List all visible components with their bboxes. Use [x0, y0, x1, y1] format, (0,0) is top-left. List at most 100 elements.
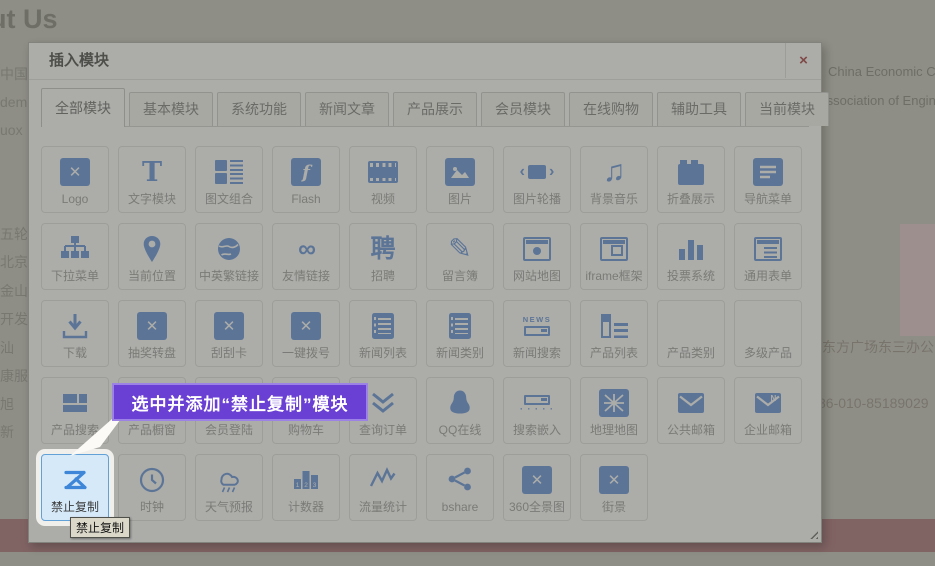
module-cell-25[interactable]: 新闻类别	[426, 300, 494, 367]
module-cell-1[interactable]: T文字模块	[118, 146, 186, 213]
search-embed-icon: · · · · ·	[520, 385, 554, 421]
weather-icon	[214, 462, 244, 498]
carousel-icon: ‹›	[520, 154, 555, 190]
module-cell-0[interactable]: ✕Logo	[41, 146, 109, 213]
module-cell-41[interactable]: 时钟	[118, 454, 186, 521]
insert-module-dialog: 插入模块 × 全部模块基本模块系统功能新闻文章产品展示会员模块在线购物辅助工具当…	[28, 42, 822, 543]
module-cell-10[interactable]: 下拉菜单	[41, 223, 109, 290]
module-label: 下拉菜单	[51, 270, 99, 282]
module-cell-21[interactable]: ✕抽奖转盘	[118, 300, 186, 367]
module-label: 当前位置	[128, 270, 176, 282]
module-label: 折叠展示	[667, 193, 715, 205]
module-cell-8[interactable]: 折叠展示	[657, 146, 725, 213]
background-text-fragment: China Economic Co	[828, 64, 935, 79]
module-cell-40[interactable]: 禁止复制	[41, 454, 109, 521]
flash-icon: f	[291, 154, 321, 190]
module-cell-19[interactable]: 通用表单	[734, 223, 802, 290]
module-label: 禁止复制	[51, 501, 99, 513]
tab-online-shopping[interactable]: 在线购物	[569, 92, 653, 126]
module-cell-35[interactable]: QQ在线	[426, 377, 494, 444]
text-icon: T	[142, 154, 162, 190]
form-icon	[754, 231, 782, 267]
tab-product-display[interactable]: 产品展示	[393, 92, 477, 126]
module-cell-38[interactable]: 公共邮箱	[657, 377, 725, 444]
module-label: 天气预报	[205, 501, 253, 513]
tab-all-modules[interactable]: 全部模块	[41, 88, 125, 127]
module-label: 查询订单	[359, 424, 407, 436]
module-cell-12[interactable]: 中英繁链接	[195, 223, 263, 290]
module-cell-28[interactable]: ABC 产品类别	[657, 300, 725, 367]
module-label: 产品类别	[667, 347, 715, 359]
tab-basic-modules[interactable]: 基本模块	[129, 92, 213, 126]
module-cell-29[interactable]: ABC多级产品	[734, 300, 802, 367]
module-cell-15[interactable]: ✎留言簿	[426, 223, 494, 290]
news-note-icon	[372, 308, 394, 344]
module-label: 新闻类别	[436, 347, 484, 359]
module-label: 搜索嵌入	[513, 424, 561, 436]
module-label: 抽奖转盘	[128, 347, 176, 359]
module-cell-14[interactable]: 聘招聘	[349, 223, 417, 290]
background-text-fragment: 北京	[0, 252, 30, 272]
module-label: 新闻列表	[359, 347, 407, 359]
module-label: 友情链接	[282, 270, 330, 282]
svg-text:3: 3	[313, 482, 317, 489]
tab-current-module[interactable]: 当前模块	[745, 92, 829, 126]
background-text-fragment: 康服	[0, 366, 30, 386]
logo-mark-icon: ✕	[60, 154, 90, 190]
module-label: 视频	[371, 193, 395, 205]
module-cell-37[interactable]: 地理地图	[580, 377, 648, 444]
line-graph-icon	[368, 462, 398, 498]
dialog-titlebar[interactable]: 插入模块 ×	[29, 43, 821, 80]
module-cell-22[interactable]: ✕ 刮刮卡	[195, 300, 263, 367]
module-cell-27[interactable]: 产品列表	[580, 300, 648, 367]
svg-text:1: 1	[296, 482, 300, 489]
logo-mark-icon: ✕	[291, 308, 321, 344]
module-cell-24[interactable]: 新闻列表	[349, 300, 417, 367]
module-cell-17[interactable]: iframe框架	[580, 223, 648, 290]
module-cell-7[interactable]: ♫背景音乐	[580, 146, 648, 213]
module-cell-5[interactable]: 图片	[426, 146, 494, 213]
module-cell-42[interactable]: 天气预报	[195, 454, 263, 521]
module-label: 通用表单	[744, 270, 792, 282]
module-cell-47[interactable]: ✕街景	[580, 454, 648, 521]
map-cross-icon	[599, 385, 629, 421]
module-cell-26[interactable]: NEWS新闻搜索	[503, 300, 571, 367]
module-cell-13[interactable]: ∞友情链接	[272, 223, 340, 290]
module-cell-3[interactable]: fFlash	[272, 146, 340, 213]
tab-system-functions[interactable]: 系统功能	[217, 92, 301, 126]
module-cell-44[interactable]: 流量统计	[349, 454, 417, 521]
background-text-fragment: 旭	[0, 394, 30, 414]
module-cell-43[interactable]: 123计数器	[272, 454, 340, 521]
module-cell-23[interactable]: ✕一键拨号	[272, 300, 340, 367]
module-cell-36[interactable]: · · · · · 搜索嵌入	[503, 377, 571, 444]
module-label: 刮刮卡	[211, 347, 247, 359]
image-text-icon	[215, 154, 243, 190]
resize-grip[interactable]	[807, 528, 818, 539]
module-label: 多级产品	[744, 347, 792, 359]
tab-auxiliary-tools[interactable]: 辅助工具	[657, 92, 741, 126]
abc-grid-icon: ABC	[679, 308, 704, 344]
download-icon	[60, 308, 90, 344]
module-cell-6[interactable]: ‹›图片轮播	[503, 146, 571, 213]
module-cell-11[interactable]: 当前位置	[118, 223, 186, 290]
background-text-fragment: 86-010-85189029	[818, 395, 929, 411]
module-cell-18[interactable]: 投票系统	[657, 223, 725, 290]
module-label: 时钟	[140, 501, 164, 513]
tab-news-articles[interactable]: 新闻文章	[305, 92, 389, 126]
module-cell-2[interactable]: 图文组合	[195, 146, 263, 213]
tab-member-modules[interactable]: 会员模块	[481, 92, 565, 126]
logo-mark-icon: ✕	[599, 462, 629, 498]
close-button[interactable]: ×	[785, 43, 821, 78]
logo-mark-icon: ✕	[214, 308, 244, 344]
hover-tooltip: 禁止复制	[70, 517, 130, 538]
background-text-fragment: uox	[0, 122, 30, 138]
module-cell-20[interactable]: 下载	[41, 300, 109, 367]
module-label: 投票系统	[667, 270, 715, 282]
collapse-icon	[678, 154, 704, 190]
module-cell-9[interactable]: 导航菜单	[734, 146, 802, 213]
module-cell-16[interactable]: 网站地图	[503, 223, 571, 290]
module-cell-39[interactable]: N企业邮箱	[734, 377, 802, 444]
module-cell-45[interactable]: bshare	[426, 454, 494, 521]
module-cell-46[interactable]: ✕360全景图	[503, 454, 571, 521]
module-cell-4[interactable]: 视频	[349, 146, 417, 213]
